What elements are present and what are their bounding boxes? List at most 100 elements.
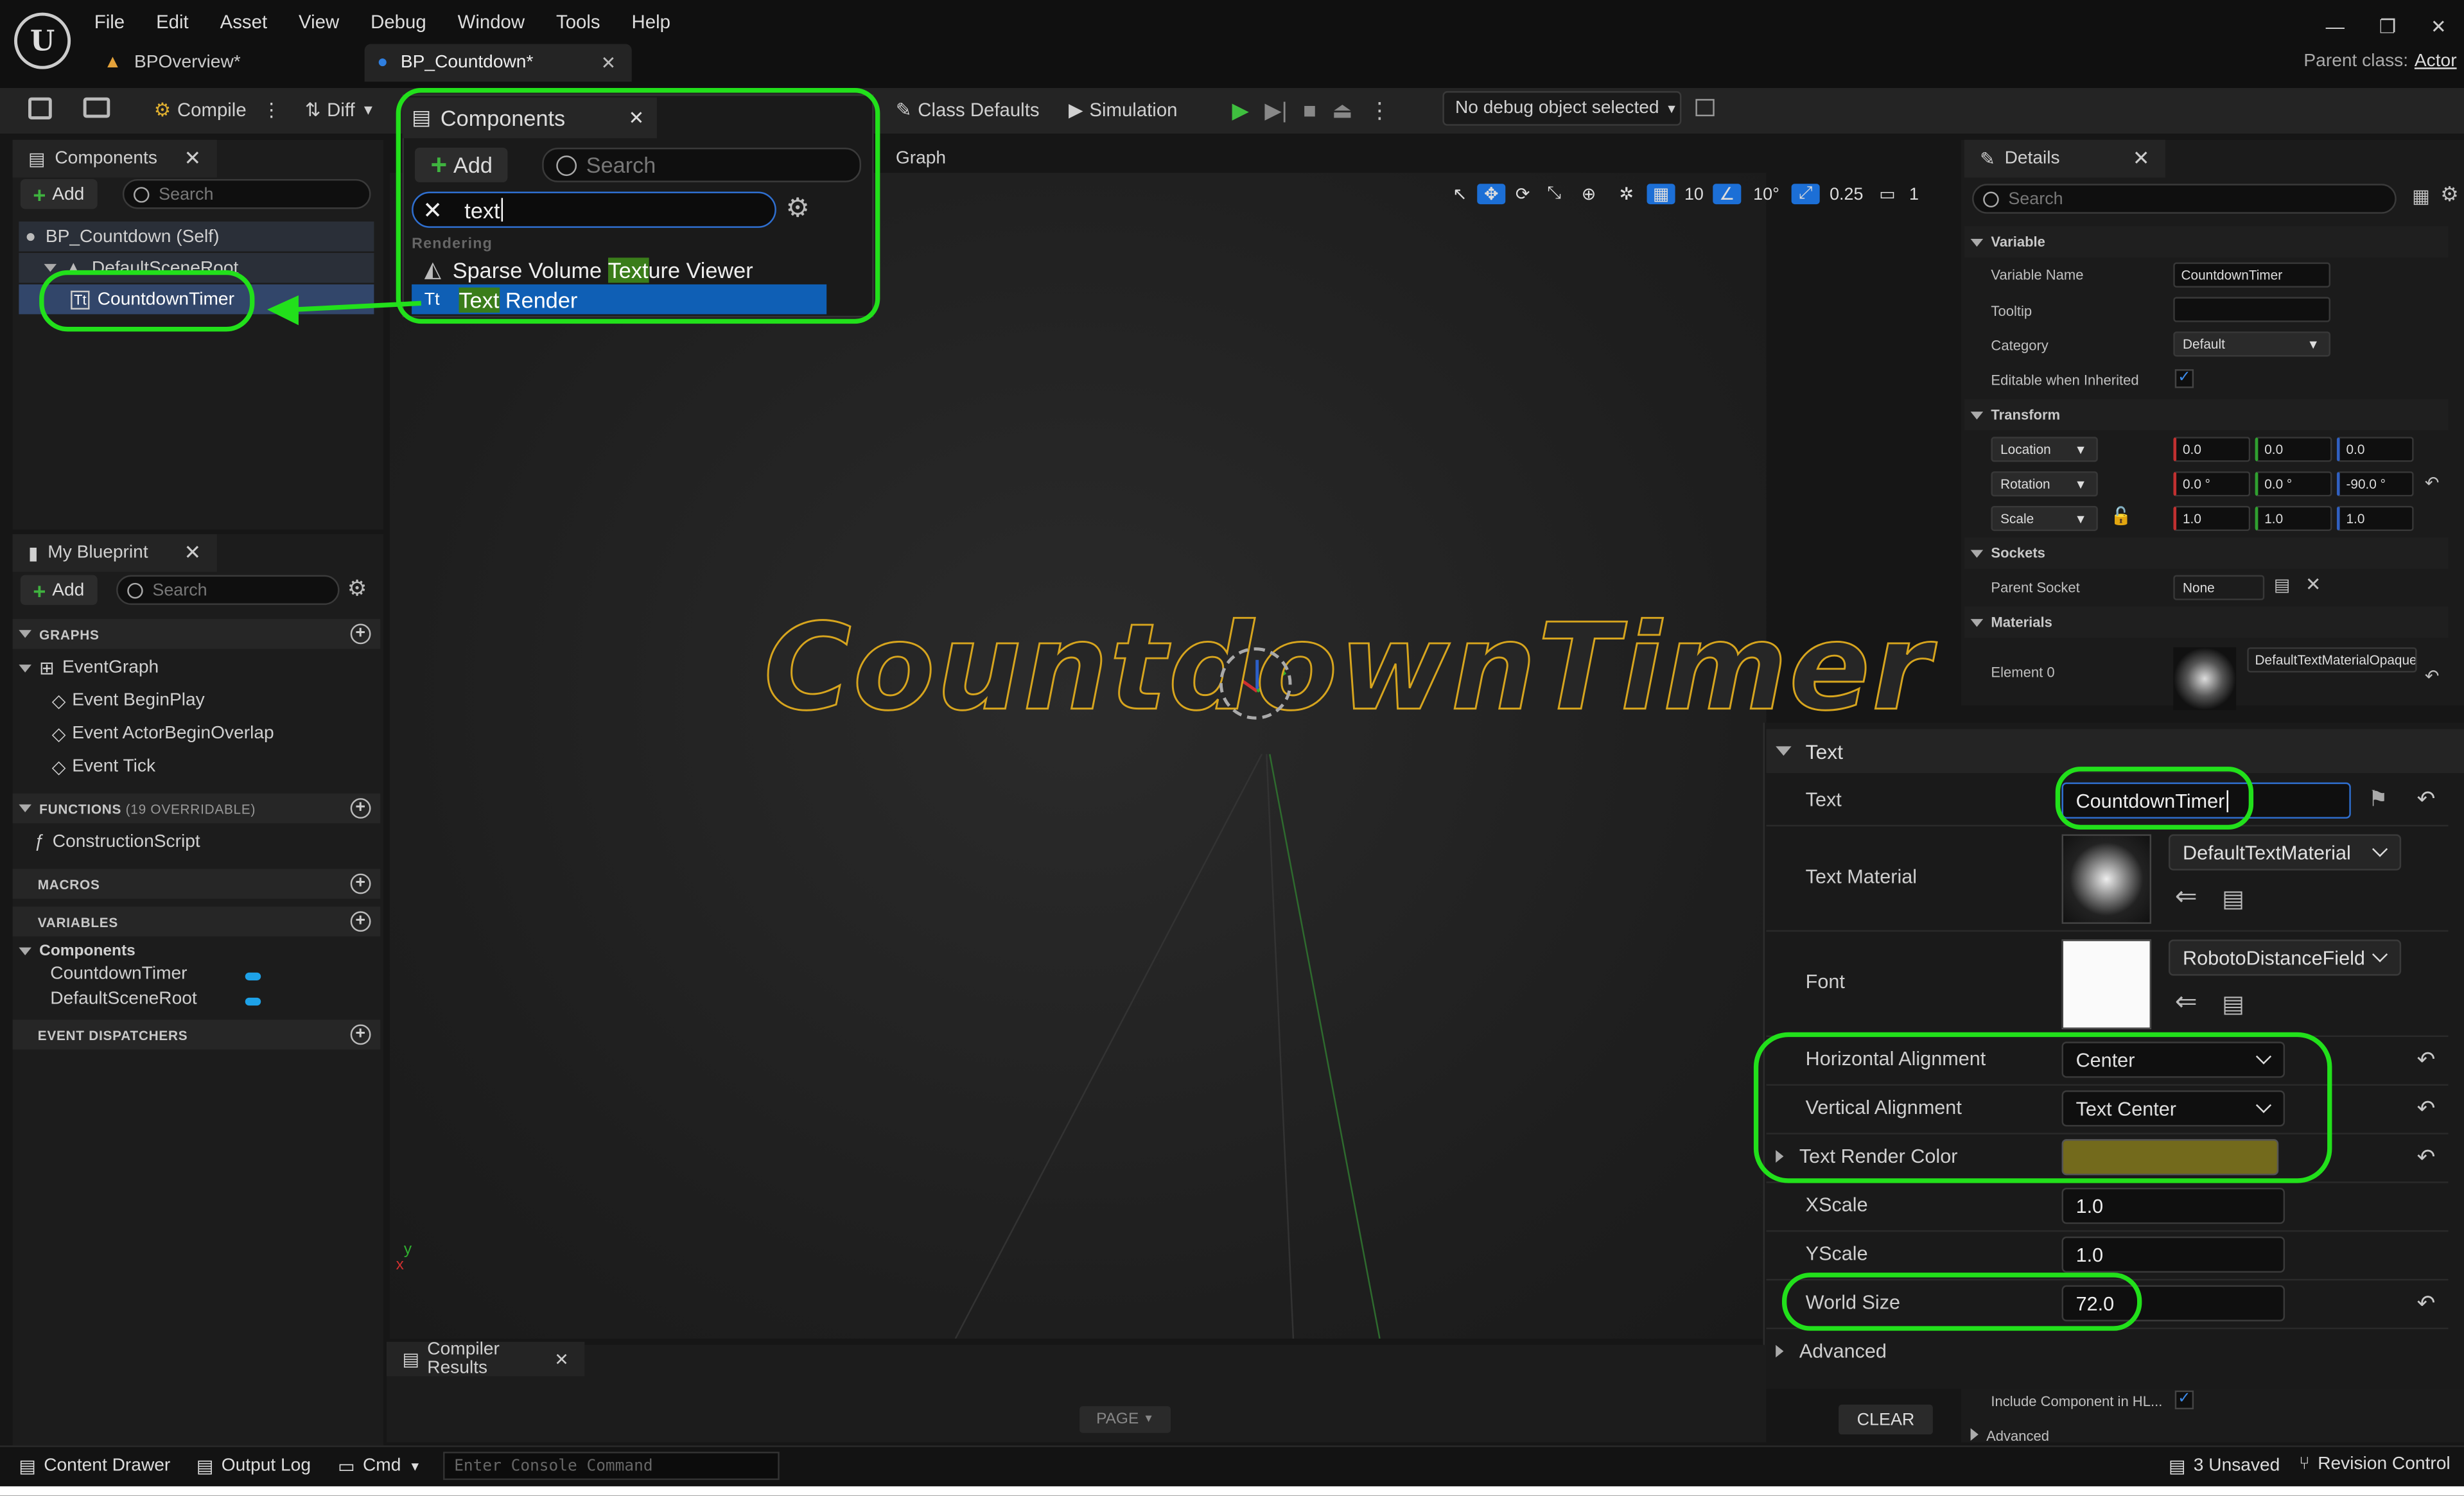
debug-object-select[interactable]: No debug object selected ▼ xyxy=(1442,91,1682,126)
close-window-icon[interactable]: ✕ xyxy=(2431,15,2447,37)
close-panel-icon[interactable]: ✕ xyxy=(184,541,202,566)
add-function-icon[interactable]: + xyxy=(350,798,371,819)
details-search-input[interactable]: Search xyxy=(1972,184,2397,214)
surface-snap-icon[interactable]: ✲ xyxy=(1609,184,1644,204)
parent-socket-field[interactable]: None xyxy=(2173,575,2265,600)
translate-icon[interactable]: ✥ xyxy=(1477,184,1506,205)
step-icon[interactable]: ▶| xyxy=(1264,96,1287,123)
rotation-z-field[interactable]: -90.0 ° xyxy=(2336,471,2414,497)
settings-gear-icon[interactable]: ⚙ xyxy=(347,575,367,602)
reset-rotation-icon[interactable]: ↶ xyxy=(2425,473,2440,493)
property-matrix-icon[interactable]: ▦ xyxy=(2412,186,2430,207)
variable-section[interactable]: Variable xyxy=(1964,226,2449,258)
stop-icon[interactable]: ■ xyxy=(1303,98,1316,123)
horizontal-alignment-select[interactable]: Center xyxy=(2061,1041,2285,1078)
text-render-color-swatch[interactable] xyxy=(2061,1139,2279,1176)
text-value-field[interactable]: CountdownTimer xyxy=(2061,782,2351,819)
add-component-button[interactable]: + Add xyxy=(20,178,97,209)
components-category[interactable]: Components xyxy=(19,943,135,960)
component-self[interactable]: ● BP_Countdown (Self) xyxy=(19,222,374,252)
event-dispatchers-section[interactable]: EVENT DISPATCHERS + xyxy=(12,1020,381,1050)
event-tick-item[interactable]: ◇ Event Tick xyxy=(52,756,155,778)
browse-icon[interactable] xyxy=(83,97,110,118)
add-macro-icon[interactable]: + xyxy=(350,873,371,894)
component-default-scene-root[interactable]: ▲ DefaultSceneRoot xyxy=(19,252,374,283)
grid-snap-value[interactable]: 10 xyxy=(1678,185,1709,204)
content-drawer-button[interactable]: ▤ Content Drawer xyxy=(19,1455,170,1477)
parent-class-link[interactable]: Actor xyxy=(2415,52,2457,71)
menu-edit[interactable]: Edit xyxy=(156,11,189,33)
material-thumbnail[interactable] xyxy=(2173,647,2237,711)
variables-section[interactable]: VARIABLES + xyxy=(12,906,381,937)
category-select[interactable]: Default ▼ xyxy=(2173,331,2330,357)
add-graph-icon[interactable]: + xyxy=(350,623,371,645)
functions-section[interactable]: FUNCTIONS (19 OVERRIDABLE) + xyxy=(12,793,381,824)
localization-flag-icon[interactable]: ⚑ xyxy=(2368,786,2388,813)
close-tab-icon[interactable]: ✕ xyxy=(601,52,616,74)
grid-snap-icon[interactable]: ▦ xyxy=(1647,184,1675,205)
scale-snap-value[interactable]: 0.25 xyxy=(1823,185,1870,204)
diff-button[interactable]: ⇅ Diff ▼ xyxy=(305,94,376,126)
revision-control-button[interactable]: ⑂ Revision Control xyxy=(2299,1455,2451,1474)
scale-icon[interactable]: ⤡ xyxy=(1540,184,1568,204)
details-settings-gear-icon[interactable]: ⚙ xyxy=(2440,182,2459,207)
menu-help[interactable]: Help xyxy=(632,11,670,33)
add-variable-icon[interactable]: + xyxy=(350,911,371,932)
location-z-field[interactable]: 0.0 xyxy=(2336,437,2414,462)
debug-filter-icon[interactable] xyxy=(1695,99,1715,117)
location-mode-select[interactable]: Location ▼ xyxy=(1991,437,2098,462)
output-log-button[interactable]: ▤ Output Log xyxy=(197,1455,311,1477)
editable-inherited-checkbox[interactable]: ✓ xyxy=(2174,369,2194,388)
camera-speed-icon[interactable]: ▭ xyxy=(1873,184,1901,204)
component-filter-input[interactable]: ✕ text xyxy=(412,191,776,228)
play-icon[interactable]: ▶ xyxy=(1232,96,1248,123)
compile-button[interactable]: ⚙ Compile ⋮ xyxy=(154,94,281,126)
include-hlod-checkbox[interactable]: ✓ xyxy=(2174,1390,2194,1410)
rotate-icon[interactable]: ⟳ xyxy=(1508,184,1537,204)
more-icon[interactable]: ⋮ xyxy=(262,99,281,121)
scale-x-field[interactable]: 1.0 xyxy=(2173,505,2251,532)
clear-filter-icon[interactable]: ✕ xyxy=(423,196,442,224)
world-local-icon[interactable]: ⊕ xyxy=(1571,184,1606,204)
close-popup-icon[interactable]: ✕ xyxy=(629,107,645,128)
event-beginplay-item[interactable]: ◇ Event BeginPlay xyxy=(52,690,205,712)
compiler-results-tab[interactable]: ▤ Compiler Results ✕ xyxy=(386,1340,585,1378)
sockets-section[interactable]: Sockets xyxy=(1964,537,2449,569)
save-icon[interactable] xyxy=(28,97,52,119)
location-x-field[interactable]: 0.0 xyxy=(2173,437,2251,462)
add-member-button[interactable]: + Add xyxy=(20,575,97,605)
text-advanced-row[interactable]: Advanced xyxy=(1776,1340,1887,1362)
close-panel-icon[interactable]: ✕ xyxy=(184,146,202,171)
world-size-field[interactable]: 72.0 xyxy=(2061,1285,2285,1321)
popup-add-button[interactable]: + Add xyxy=(415,148,509,182)
font-thumbnail[interactable] xyxy=(2061,939,2152,1029)
scale-snap-icon[interactable]: ⤢ xyxy=(1791,184,1820,205)
browse-material-icon[interactable]: ▤ xyxy=(2222,885,2244,913)
text-material-thumbnail[interactable] xyxy=(2061,834,2152,924)
minimize-icon[interactable]: — xyxy=(2326,15,2345,37)
simulation-button[interactable]: ▶ Simulation xyxy=(1069,94,1177,126)
expand-icon[interactable] xyxy=(44,264,57,272)
browse-font-icon[interactable]: ▤ xyxy=(2222,990,2244,1018)
location-y-field[interactable]: 0.0 xyxy=(2255,437,2332,462)
popup-search-input[interactable]: Search xyxy=(542,148,861,182)
use-selected-font-icon[interactable]: ⇐ xyxy=(2175,987,2198,1018)
reset-text-icon[interactable]: ↶ xyxy=(2417,786,2436,813)
result-text-render[interactable]: Tt Text Render xyxy=(412,284,827,315)
select-icon[interactable]: ↖ xyxy=(1446,184,1474,204)
menu-debug[interactable]: Debug xyxy=(371,11,426,33)
tab-bp-countdown[interactable]: ● BP_Countdown* ✕ xyxy=(364,44,632,82)
menu-asset[interactable]: Asset xyxy=(220,11,267,33)
angle-snap-value[interactable]: 10° xyxy=(1744,185,1788,204)
event-actorbeginoverlap-item[interactable]: ◇ Event ActorBeginOverlap xyxy=(52,723,274,745)
console-command-input[interactable]: Enter Console Command xyxy=(443,1452,780,1481)
close-panel-icon[interactable]: ✕ xyxy=(2133,146,2150,171)
scale-mode-select[interactable]: Scale ▼ xyxy=(1991,505,2098,532)
details-advanced-row[interactable]: Advanced xyxy=(1970,1428,2049,1444)
transform-section[interactable]: Transform xyxy=(1964,399,2449,431)
viewport-text-render[interactable]: CountdownTimer xyxy=(763,596,1932,738)
materials-section[interactable]: Materials xyxy=(1964,606,2449,638)
tooltip-field[interactable] xyxy=(2173,297,2330,322)
clear-button[interactable]: CLEAR xyxy=(1839,1404,1933,1435)
graph-tab[interactable]: Graph xyxy=(880,140,974,178)
